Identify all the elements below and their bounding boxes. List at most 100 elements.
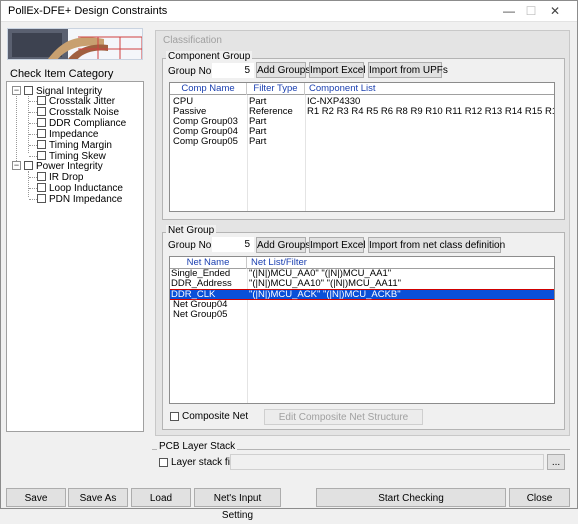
comp-name-cell: Comp Group05: [173, 137, 238, 147]
net-list-cell: [249, 310, 549, 320]
title-bar: PollEx-DFE+ Design Constraints — ☐ ✕: [0, 0, 578, 22]
start-checking-button[interactable]: Start Checking: [316, 488, 506, 507]
col-header-net-list-filter[interactable]: Net List/Filter: [247, 257, 554, 269]
comp-group-no-label: Group No.: [168, 66, 215, 77]
net-name-cell: Net Group04: [173, 300, 228, 310]
filter-type-cell: Part: [249, 97, 267, 107]
timing-skew-checkbox[interactable]: [37, 151, 46, 160]
col-header-net-name[interactable]: Net Name: [170, 257, 247, 269]
tree-connector: [28, 171, 29, 197]
check-item-category-title: Check Item Category: [10, 68, 114, 80]
net-name-cell: DDR_Address: [171, 279, 232, 289]
col-header-filter-type[interactable]: Filter Type: [247, 83, 305, 95]
impedance-checkbox[interactable]: [37, 129, 46, 138]
layer-stack-file-checkbox[interactable]: [159, 458, 168, 467]
comp-group-no-input[interactable]: 5: [212, 63, 254, 78]
comp-name-cell: Comp Group03: [173, 117, 238, 127]
table-row[interactable]: Net Group05: [170, 310, 554, 320]
ddr-compliance-checkbox[interactable]: [37, 118, 46, 127]
table-row[interactable]: Comp Group03 Part: [170, 117, 554, 127]
component-list-cell: [307, 117, 554, 127]
pdn-impedance-checkbox[interactable]: [37, 194, 46, 203]
crosstalk-noise-checkbox[interactable]: [37, 107, 46, 116]
tree-category-power-integrity[interactable]: Power Integrity: [36, 161, 103, 172]
power-integrity-checkbox[interactable]: [24, 161, 33, 170]
table-row[interactable]: Single_Ended "(|N|)MCU_AA0" "(|N|)MCU_AA…: [170, 269, 554, 279]
net-list-cell: "(|N|)MCU_AA0" "(|N|)MCU_AA1": [249, 269, 392, 279]
filter-type-cell: Part: [249, 117, 267, 127]
pcb-layer-stack-label: PCB Layer Stack: [157, 441, 238, 452]
component-list-cell: IC-NXP4330: [307, 97, 361, 107]
layer-stack-file-label: Layer stack file: [171, 457, 238, 468]
comp-name-cell: CPU: [173, 97, 194, 107]
product-logo-image: [7, 28, 143, 60]
edit-composite-net-button[interactable]: Edit Composite Net Structure: [264, 409, 423, 425]
table-row[interactable]: Net Group04: [170, 300, 554, 310]
tree-item-pdn-impedance[interactable]: PDN Impedance: [49, 194, 122, 205]
composite-net-label: Composite Net: [182, 411, 249, 422]
component-group-table[interactable]: Comp Name Filter Type Component List CPU…: [169, 82, 555, 212]
table-row[interactable]: CPU Part IC-NXP4330: [170, 97, 554, 107]
save-button[interactable]: Save: [6, 488, 66, 507]
col-header-comp-name[interactable]: Comp Name: [170, 83, 247, 95]
crosstalk-jitter-checkbox[interactable]: [37, 96, 46, 105]
comp-import-excel-button[interactable]: Import Excel: [309, 62, 366, 78]
close-button[interactable]: Close: [509, 488, 570, 507]
collapse-power-integrity-icon[interactable]: −: [12, 161, 21, 170]
save-as-button[interactable]: Save As: [68, 488, 128, 507]
table-row[interactable]: Comp Group04 Part: [170, 127, 554, 137]
load-button[interactable]: Load: [131, 488, 191, 507]
component-list-cell: [307, 127, 554, 137]
filter-type-cell: Part: [249, 137, 267, 147]
tree-item-impedance[interactable]: Impedance: [49, 129, 98, 140]
browse-layer-stack-button[interactable]: ...: [547, 454, 565, 470]
net-name-cell: Single_Ended: [171, 269, 231, 279]
composite-net-checkbox[interactable]: [170, 412, 179, 421]
layer-stack-file-input[interactable]: [230, 454, 544, 470]
net-table-header: Net Name Net List/Filter: [170, 257, 554, 269]
comp-name-cell: Passive: [173, 107, 207, 117]
tree-item-timing-margin[interactable]: Timing Margin: [49, 140, 112, 151]
net-group-no-label: Group No.: [168, 240, 215, 251]
net-name-cell: DDR_CLK: [171, 290, 216, 300]
window-title: PollEx-DFE+ Design Constraints: [8, 5, 168, 17]
filter-type-cell: Reference: [249, 107, 293, 117]
import-net-class-button[interactable]: Import from net class definition: [368, 237, 505, 253]
comp-add-groups-button[interactable]: Add Groups: [256, 62, 310, 78]
filter-type-cell: Part: [249, 127, 267, 137]
net-import-excel-button[interactable]: Import Excel: [309, 237, 366, 253]
close-window-button[interactable]: ✕: [532, 0, 578, 22]
component-list-cell: [307, 137, 554, 147]
net-group-no-input[interactable]: 5: [212, 237, 254, 252]
ir-drop-checkbox[interactable]: [37, 172, 46, 181]
net-list-cell: "(|N|)MCU_ACK" "(|N|)MCU_ACKB": [249, 290, 401, 300]
table-row[interactable]: DDR_Address "(|N|)MCU_AA10" "(|N|)MCU_AA…: [170, 279, 554, 289]
net-list-cell: "(|N|)MCU_AA10" "(|N|)MCU_AA11": [249, 279, 401, 289]
tree-item-ddr-compliance[interactable]: DDR Compliance: [49, 118, 126, 129]
component-group-label: Component Group: [166, 51, 253, 62]
net-list-cell: [249, 300, 549, 310]
table-row-selected[interactable]: DDR_CLK "(|N|)MCU_ACK" "(|N|)MCU_ACKB": [170, 289, 554, 300]
table-row[interactable]: Passive Reference R1 R2 R3 R4 R5 R6 R8 R…: [170, 107, 554, 117]
component-table-header: Comp Name Filter Type Component List: [170, 83, 554, 95]
nets-input-setting-button[interactable]: Net's Input Setting: [194, 488, 281, 521]
tree-item-crosstalk-noise[interactable]: Crosstalk Noise: [49, 107, 119, 118]
import-from-upfs-button[interactable]: Import from UPFs: [368, 62, 448, 78]
component-list-cell: R1 R2 R3 R4 R5 R6 R8 R9 R10 R11 R12 R13 …: [307, 107, 554, 117]
table-row[interactable]: Comp Group05 Part: [170, 137, 554, 147]
net-add-groups-button[interactable]: Add Groups: [256, 237, 310, 253]
tree-connector: [16, 92, 17, 167]
tree-item-ir-drop[interactable]: IR Drop: [49, 172, 83, 183]
net-group-table[interactable]: Net Name Net List/Filter Single_Ended "(…: [169, 256, 555, 404]
loop-inductance-checkbox[interactable]: [37, 183, 46, 192]
check-item-tree[interactable]: − Signal Integrity Crosstalk Jitter Cros…: [6, 81, 144, 432]
collapse-signal-integrity-icon[interactable]: −: [12, 86, 21, 95]
net-name-cell: Net Group05: [173, 310, 228, 320]
tree-item-loop-inductance[interactable]: Loop Inductance: [49, 183, 123, 194]
timing-margin-checkbox[interactable]: [37, 140, 46, 149]
classification-title: Classification: [163, 35, 222, 46]
col-header-component-list[interactable]: Component List: [305, 83, 554, 95]
tree-item-crosstalk-jitter[interactable]: Crosstalk Jitter: [49, 96, 115, 107]
comp-name-cell: Comp Group04: [173, 127, 238, 137]
signal-integrity-checkbox[interactable]: [24, 86, 33, 95]
